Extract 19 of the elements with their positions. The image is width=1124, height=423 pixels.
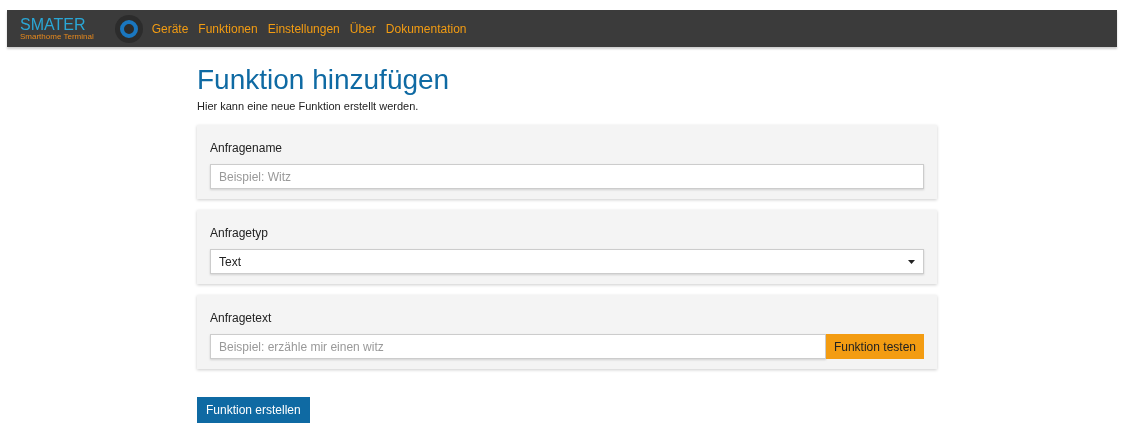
test-button[interactable]: Funktion testen bbox=[825, 334, 924, 359]
field-label: Anfragename bbox=[210, 139, 284, 157]
field-label: Anfragetyp bbox=[210, 225, 270, 242]
field-label: Anfragetext bbox=[210, 310, 273, 327]
caret-icon bbox=[908, 259, 915, 264]
ring-icon bbox=[113, 13, 144, 44]
nav-link[interactable]: Dokumentation bbox=[385, 19, 467, 38]
name-field[interactable]: Beispiel: Witz bbox=[210, 164, 924, 189]
nav-link[interactable]: Funktionen bbox=[198, 19, 258, 38]
create-button[interactable]: Funktion erstellen bbox=[197, 397, 310, 423]
query-field[interactable]: Beispiel: erzähle mir einen witz bbox=[210, 334, 826, 359]
nav-link[interactable]: Einstellungen bbox=[267, 19, 340, 38]
nav-link[interactable]: Geräte bbox=[151, 19, 189, 38]
select-field[interactable]: Text bbox=[210, 249, 924, 274]
logo-subtitle: Smarthome Terminal bbox=[20, 32, 94, 41]
nav-link[interactable]: Über bbox=[349, 19, 376, 38]
intro-text: Hier kann eine neue Funktion erstellt werden. bbox=[197, 99, 420, 114]
logo-text: SMATER bbox=[20, 16, 87, 33]
page-heading: Funktion hinzufügen bbox=[197, 63, 451, 97]
